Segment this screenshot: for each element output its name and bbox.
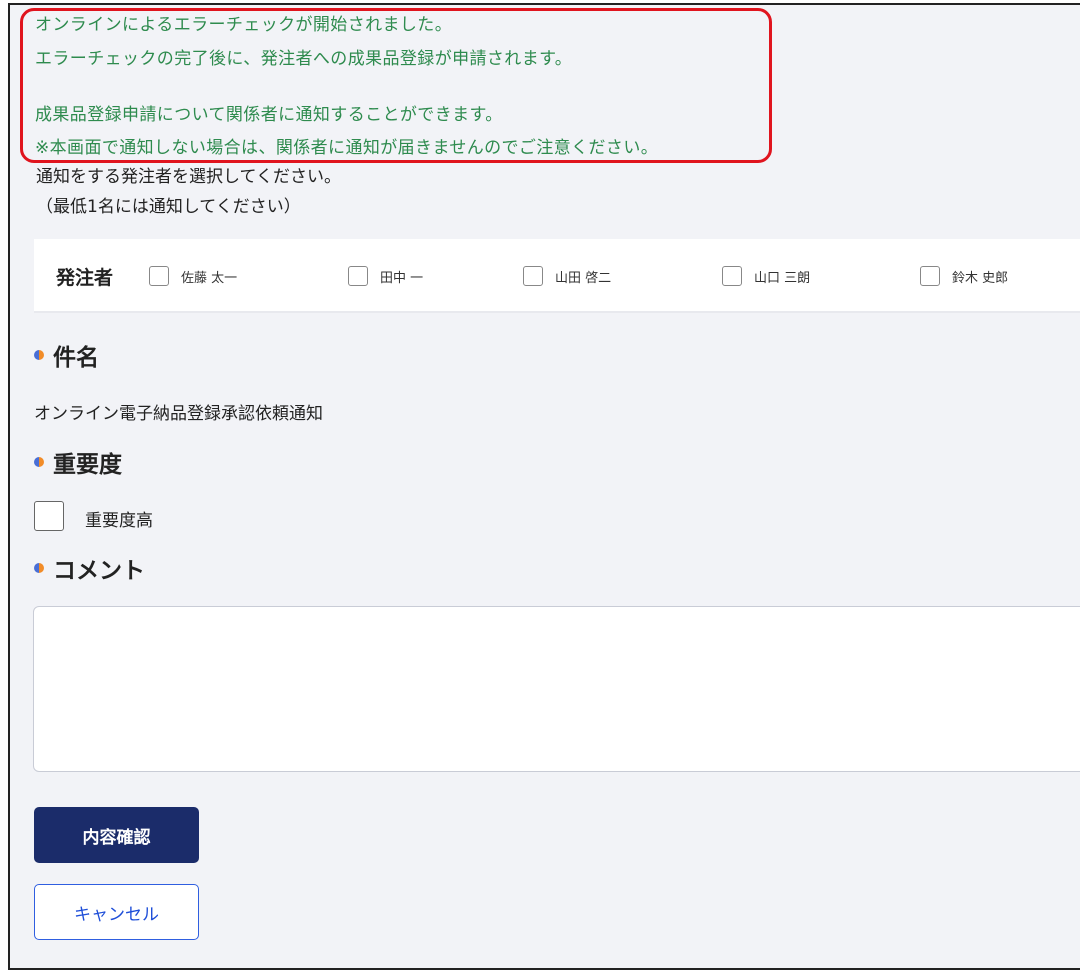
recipient-name: 佐藤 太一 xyxy=(181,270,238,286)
importance-checkbox[interactable] xyxy=(34,501,64,531)
instruction-text: 通知をする発注者を選択してください。 xyxy=(36,167,341,187)
importance-heading: 重要度 xyxy=(34,447,122,478)
notification-form: オンラインによるエラーチェックが開始されました。 エラーチェックの完了後に、発注… xyxy=(8,3,1080,970)
bullet-icon xyxy=(34,457,44,467)
recipient-label: 発注者 xyxy=(56,267,114,289)
notice-line: ※本画面で通知しない場合は、関係者に通知が届きませんのでご注意ください。 xyxy=(35,138,659,158)
importance-checkbox-label[interactable]: 重要度高 xyxy=(85,506,153,531)
error-check-notice: オンラインによるエラーチェックが開始されました。 エラーチェックの完了後に、発注… xyxy=(20,8,772,163)
comment-heading: コメント xyxy=(34,553,145,584)
comment-textarea[interactable] xyxy=(33,606,1080,772)
subject-value: オンライン電子納品登録承認依頼通知 xyxy=(34,404,323,424)
confirm-button[interactable]: 内容確認 xyxy=(34,807,199,863)
subject-title: 件名 xyxy=(53,345,99,371)
recipient-selector: 発注者 佐藤 太一 田中 一 山田 啓二 山口 三朗 鈴木 史郎 xyxy=(34,239,1080,313)
recipient-checkbox[interactable] xyxy=(523,266,543,286)
recipient-checkbox[interactable] xyxy=(149,266,169,286)
recipient-name: 山田 啓二 xyxy=(555,270,612,286)
recipient-name: 鈴木 史郎 xyxy=(952,270,1009,286)
bullet-icon xyxy=(34,350,44,360)
recipient-checkbox[interactable] xyxy=(348,266,368,286)
recipient-option[interactable]: 山口 三朗 xyxy=(722,265,810,287)
recipient-option[interactable]: 田中 一 xyxy=(348,265,423,287)
recipient-checkbox[interactable] xyxy=(722,266,742,286)
instruction-note: （最低1名には通知してください） xyxy=(36,197,301,217)
importance-title: 重要度 xyxy=(53,452,122,478)
cancel-button[interactable]: キャンセル xyxy=(34,884,199,940)
recipient-name: 山口 三朗 xyxy=(754,270,811,286)
recipient-option[interactable]: 佐藤 太一 xyxy=(149,265,237,287)
bullet-icon xyxy=(34,563,44,573)
subject-heading: 件名 xyxy=(34,340,99,371)
notice-line: 成果品登録申請について関係者に通知することができます。 xyxy=(35,105,503,125)
recipient-option[interactable]: 山田 啓二 xyxy=(523,265,611,287)
notice-line: エラーチェックの完了後に、発注者への成果品登録が申請されます。 xyxy=(35,49,573,69)
recipient-checkbox[interactable] xyxy=(920,266,940,286)
notice-line: オンラインによるエラーチェックが開始されました。 xyxy=(35,15,453,35)
comment-title: コメント xyxy=(53,558,145,584)
recipient-option[interactable]: 鈴木 史郎 xyxy=(920,265,1008,287)
divider xyxy=(142,311,1080,313)
recipient-name: 田中 一 xyxy=(380,270,424,286)
